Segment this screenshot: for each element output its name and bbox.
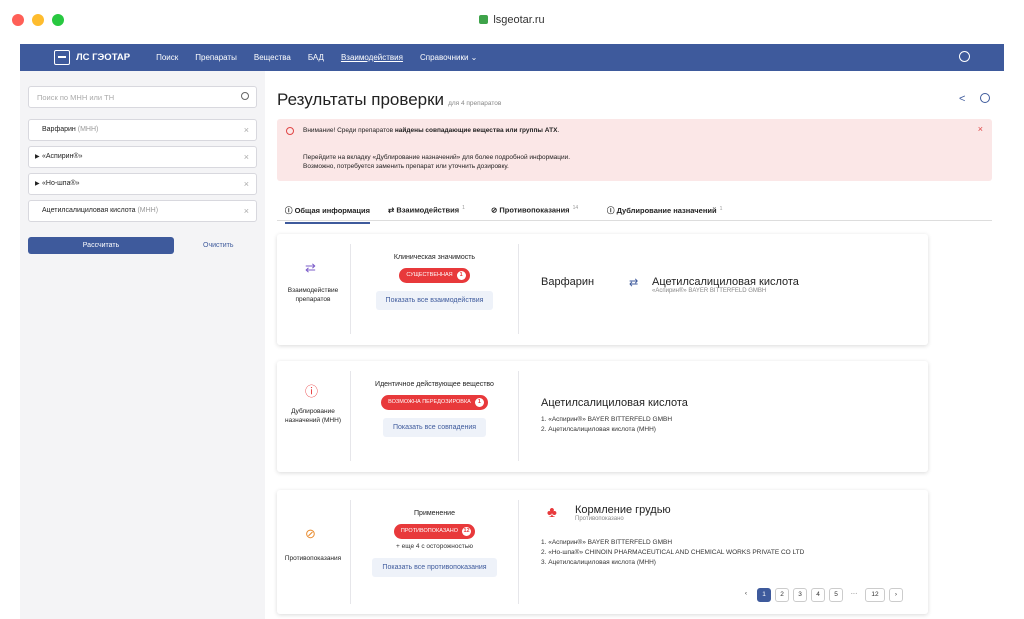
contraindicated-badge: ПРОТИВОПОКАЗАНО 12	[393, 524, 476, 539]
pagination-ellipsis: ···	[850, 590, 858, 597]
tab-duplication[interactable]: ⓘ Дублирование назначений 1	[607, 205, 722, 216]
contraindications-card: ⊘ Противопоказания Применение ПРОТИВОПОК…	[277, 490, 928, 614]
tab-general[interactable]: ⓘ Общая информация	[285, 205, 370, 224]
remove-icon[interactable]: ×	[244, 179, 249, 189]
nav-interactions[interactable]: Взаимодействия	[341, 53, 403, 62]
warning-icon	[286, 127, 294, 135]
nav-search[interactable]: Поиск	[156, 53, 178, 62]
drug-item[interactable]: Ацетилсалициловая кислота (МНН) ×	[28, 200, 257, 222]
top-nav: ЛС ГЭОТАР Поиск Препараты Вещества БАД В…	[20, 44, 1004, 71]
show-interactions-button[interactable]: Показать все взаимодействия	[375, 291, 494, 310]
show-matches-button[interactable]: Показать все совпадения	[382, 418, 487, 437]
remove-icon[interactable]: ×	[244, 206, 249, 216]
interaction-icon: ⇄	[305, 260, 316, 275]
duplication-card: ⓘ Дублирование назначений (МНН) Идентичн…	[277, 361, 928, 472]
page-button[interactable]: 2	[775, 588, 789, 602]
overdose-badge: ВОЗМОЖНА ПЕРЕДОЗИРОВКА 1	[381, 395, 488, 410]
page-title: Результаты проверки для 4 препаратов	[277, 90, 502, 109]
logo-icon	[54, 50, 70, 65]
drug-item[interactable]: ▶ «Но-шпа®» ×	[28, 173, 257, 195]
next-page-button[interactable]: ›	[889, 588, 903, 602]
nav-substances[interactable]: Вещества	[254, 53, 291, 62]
tab-contraindications[interactable]: ⊘ Противопоказания 14	[491, 205, 578, 215]
nav-bad[interactable]: БАД	[308, 53, 324, 62]
page-button[interactable]: 1	[757, 588, 771, 602]
nav-references[interactable]: Справочники ⌄	[420, 53, 477, 62]
sidebar: Поиск по МНН или ТН Варфарин (МНН) × ▶ «Ас…	[20, 71, 265, 619]
tab-interactions[interactable]: ⇄ Взаимодействия 1	[388, 205, 465, 215]
nav-drugs[interactable]: Препараты	[195, 53, 237, 62]
share-icon[interactable]: <	[959, 93, 965, 105]
close-icon[interactable]: ×	[978, 125, 983, 134]
prev-page-button[interactable]: ‹	[739, 588, 753, 602]
interaction-arrow-icon: ⇄	[629, 277, 639, 289]
page-button[interactable]: 5	[829, 588, 843, 602]
remove-icon[interactable]: ×	[244, 125, 249, 135]
search-icon[interactable]	[241, 92, 249, 100]
info-icon[interactable]	[980, 93, 990, 103]
tab-bar: ⓘ Общая информация ⇄ Взаимодействия 1 ⊘ П…	[277, 199, 992, 224]
breastfeeding-icon: ♣	[547, 504, 557, 521]
expand-icon[interactable]: ▶	[35, 180, 40, 187]
broken-link-icon: ⊘	[305, 526, 316, 541]
drug-item[interactable]: Варфарин (МНН) ×	[28, 119, 257, 141]
severity-badge: СУЩЕСТВЕННАЯ 1	[399, 268, 470, 283]
show-contraindications-button[interactable]: Показать все противопоказания	[372, 558, 497, 577]
warning-alert: Внимание! Среди препаратов найдены совпа…	[277, 119, 992, 181]
drug-item[interactable]: ▶ «Аспирин®» ×	[28, 146, 257, 168]
clear-button[interactable]: Очистить	[203, 242, 233, 249]
search-input[interactable]: Поиск по МНН или ТН	[28, 86, 257, 108]
browser-bar: lsgeotar.ru	[0, 0, 1024, 44]
address-bar[interactable]: lsgeotar.ru	[0, 14, 1024, 26]
page-button[interactable]: 4	[811, 588, 825, 602]
lock-icon	[479, 15, 489, 24]
brand-logo[interactable]: ЛС ГЭОТАР	[54, 50, 130, 65]
pagination: ‹ 1 2 3 4 5 ··· 12 ›	[739, 588, 907, 602]
alert-circle-icon: ⓘ	[305, 384, 319, 399]
page-button[interactable]: 3	[793, 588, 807, 602]
interaction-card: ⇄ Взаимодействие препаратов Клиническая …	[277, 234, 928, 345]
user-icon[interactable]	[959, 51, 970, 62]
calculate-button[interactable]: Рассчитать	[28, 237, 174, 254]
remove-icon[interactable]: ×	[244, 152, 249, 162]
page-button[interactable]: 12	[865, 588, 885, 602]
expand-icon[interactable]: ▶	[35, 153, 40, 160]
